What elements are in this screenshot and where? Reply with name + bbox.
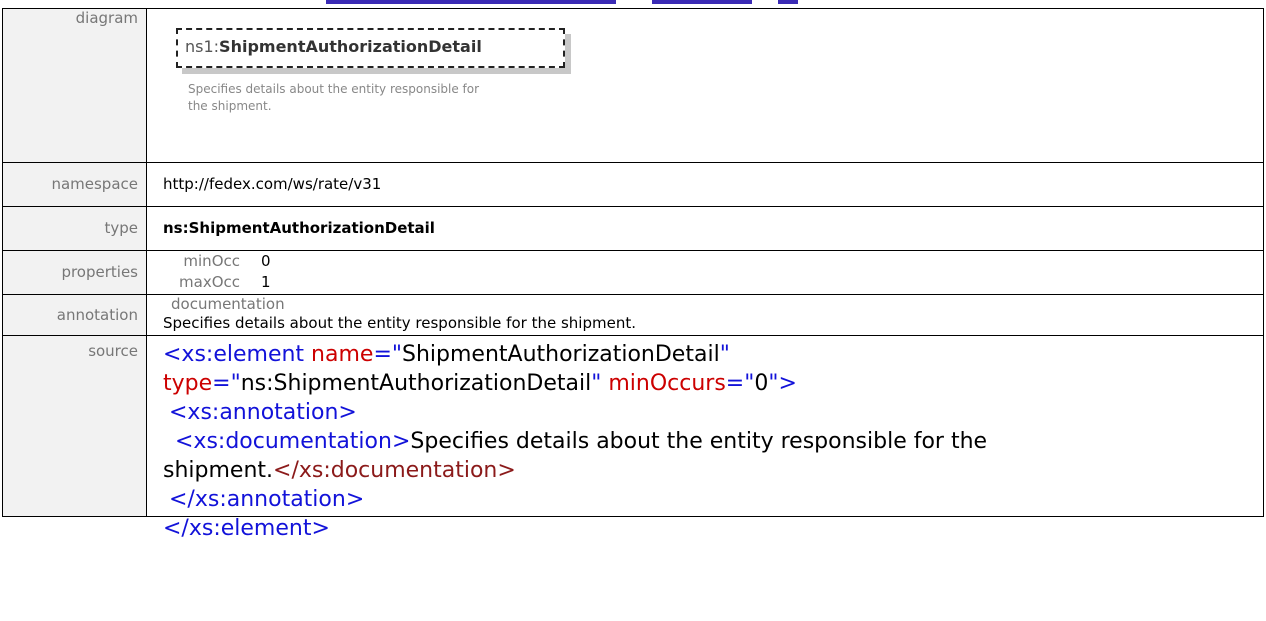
schema-detail-table: diagram ns1:ShipmentAuthorizationDetail … — [2, 8, 1264, 541]
source-line: </xs:annotation> — [169, 487, 365, 512]
type-value[interactable]: ns:ShipmentAuthorizationDetail — [163, 219, 435, 237]
source-line: type="ns:ShipmentAuthorizationDetail" mi… — [163, 371, 797, 396]
element-box-name: ShipmentAuthorizationDetail — [219, 37, 482, 56]
row-diagram: diagram ns1:ShipmentAuthorizationDetail … — [2, 8, 1264, 163]
row-annotation: annotation documentation Specifies detai… — [2, 294, 1264, 336]
heading-fragment — [778, 0, 798, 4]
properties-label: properties — [2, 250, 147, 295]
source-line: </xs:element> — [163, 516, 330, 541]
diagram-area: ns1:ShipmentAuthorizationDetail Specifie… — [147, 9, 1263, 162]
source-label: source — [2, 335, 147, 517]
annotation-label: annotation — [2, 294, 147, 336]
row-source: source <xs:element name="ShipmentAuthori… — [2, 335, 1264, 541]
property-value: 0 — [261, 252, 271, 270]
source-code: <xs:element name="ShipmentAuthorizationD… — [147, 336, 1263, 541]
source-line: <xs:element name="ShipmentAuthorizationD… — [163, 342, 730, 367]
annotation-text: Specifies details about the entity respo… — [163, 314, 636, 332]
annotation-heading: documentation — [171, 295, 285, 313]
namespace-value: http://fedex.com/ws/rate/v31 — [146, 162, 1264, 207]
source-line: shipment.</xs:documentation> — [163, 458, 516, 483]
diagram-label: diagram — [2, 8, 147, 163]
heading-fragment — [326, 0, 616, 4]
element-box-prefix: ns1: — [185, 37, 220, 56]
type-label: type — [2, 206, 147, 251]
namespace-label: namespace — [2, 162, 147, 207]
row-properties: properties minOcc 0 maxOcc 1 — [2, 250, 1264, 295]
property-value: 1 — [261, 273, 271, 291]
annotation-content: documentation Specifies details about th… — [147, 295, 1263, 335]
source-line: <xs:documentation>Specifies details abou… — [175, 429, 988, 454]
element-box-title[interactable]: ns1:ShipmentAuthorizationDetail — [185, 37, 482, 56]
property-name: maxOcc — [179, 273, 240, 291]
top-bar — [0, 0, 1266, 8]
row-type: type ns:ShipmentAuthorizationDetail — [2, 206, 1264, 251]
source-line: <xs:annotation> — [169, 400, 357, 425]
element-box-description: Specifies details about the entity respo… — [188, 82, 480, 113]
row-namespace: namespace http://fedex.com/ws/rate/v31 — [2, 162, 1264, 207]
property-name: minOcc — [183, 252, 240, 270]
properties-list: minOcc 0 maxOcc 1 — [147, 251, 1263, 294]
heading-fragment — [652, 0, 752, 4]
